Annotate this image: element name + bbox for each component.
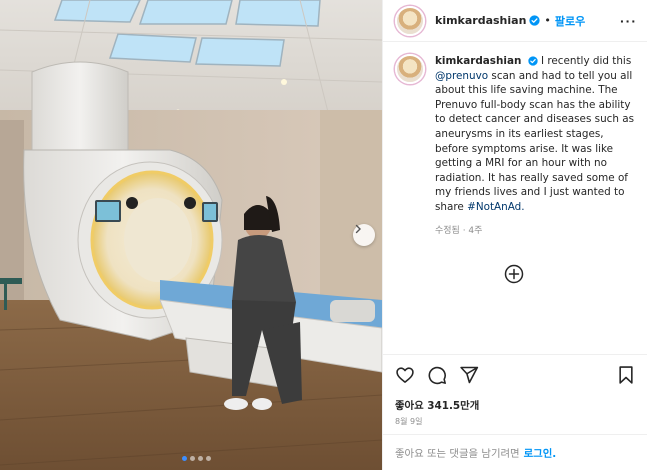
load-more-button[interactable] [504, 264, 524, 287]
username-link[interactable]: kimkardashian [435, 14, 526, 27]
caption-username[interactable]: kimkardashian [435, 55, 521, 67]
caption-avatar[interactable] [395, 54, 425, 84]
post-header: kimkardashian • 팔로우 ··· [383, 0, 647, 42]
post-actions: 좋아요 341.5만개 8월 9일 [383, 354, 647, 434]
carousel-indicator [182, 456, 211, 461]
carousel-dot [190, 456, 195, 461]
more-options-button[interactable]: ··· [620, 13, 637, 29]
header-separator: • [544, 14, 551, 27]
carousel-next-button[interactable] [353, 224, 375, 246]
verified-badge-icon [529, 15, 541, 26]
caption-part-1: I recently did this [540, 55, 632, 67]
comment-bubble-icon [428, 366, 446, 385]
post-photo [0, 0, 382, 470]
load-more-comments [393, 264, 635, 287]
carousel-dot [206, 456, 211, 461]
caption-body: kimkardashian I recently did this @prenu… [435, 54, 635, 354]
mri-room-image [0, 0, 382, 470]
bookmark-icon [619, 366, 633, 384]
caption-part-2: scan and had to tell you all about this … [435, 69, 635, 213]
comment-button[interactable] [427, 365, 447, 385]
verified-badge-icon [528, 56, 538, 66]
post-date[interactable]: 8월 9일 [395, 416, 635, 427]
login-prompt-text: 좋아요 또는 댓글을 남기려면 [395, 448, 520, 460]
share-button[interactable] [459, 365, 479, 385]
hashtag-link[interactable]: #NotAnAd. [467, 201, 524, 213]
carousel-dot [198, 456, 203, 461]
avatar[interactable] [395, 5, 425, 36]
paper-plane-icon [460, 366, 479, 384]
plus-circle-icon [504, 264, 524, 283]
likes-count[interactable]: 좋아요 341.5만개 [395, 397, 635, 412]
like-button[interactable] [395, 365, 415, 385]
caption-area: kimkardashian I recently did this @prenu… [383, 42, 647, 354]
action-icons [395, 365, 635, 385]
edited-timestamp: 수정됨 · 4주 [435, 225, 483, 236]
login-prompt: 좋아요 또는 댓글을 남기려면 로그인. [383, 434, 647, 470]
instagram-post: kimkardashian • 팔로우 ··· kimkardashian I … [0, 0, 647, 470]
heart-icon [396, 367, 414, 383]
follow-button[interactable]: 팔로우 [555, 13, 585, 29]
caption-text: kimkardashian I recently did this @prenu… [435, 54, 635, 215]
chevron-right-icon [355, 224, 361, 234]
save-button[interactable] [617, 365, 635, 385]
login-link[interactable]: 로그인. [524, 445, 557, 460]
post-side-panel: kimkardashian • 팔로우 ··· kimkardashian I … [382, 0, 647, 470]
carousel-dot [182, 456, 187, 461]
mention-link[interactable]: @prenuvo [435, 70, 488, 82]
